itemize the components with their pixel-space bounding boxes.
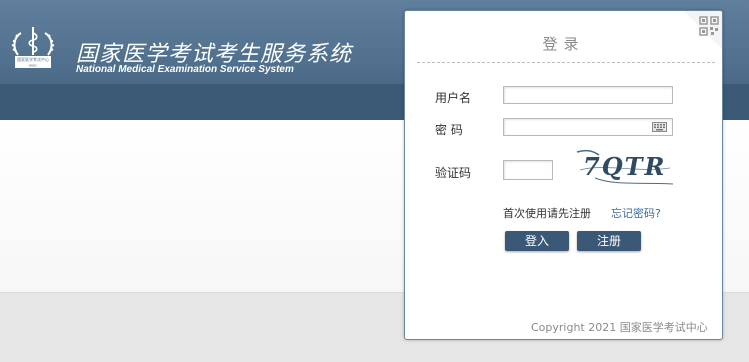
captcha-label: 验证码: [435, 166, 472, 180]
captcha-image[interactable]: 7QTR: [575, 148, 675, 186]
register-button[interactable]: 注册: [577, 231, 641, 251]
medical-emblem-icon: 国家医学考试中心 NMEC: [11, 27, 55, 68]
username-label: 用户名: [435, 91, 472, 105]
captcha-input[interactable]: [503, 160, 553, 180]
captcha-text: 7QTR: [583, 152, 666, 181]
password-label: 密 码: [435, 123, 463, 137]
svg-text:NMEC: NMEC: [29, 64, 38, 68]
login-title: 登录: [542, 35, 585, 53]
username-input[interactable]: [503, 86, 673, 104]
copyright-text: Copyright 2021 国家医学考试中心: [531, 321, 708, 334]
logo-text: 国家医学考试中心: [17, 56, 49, 62]
forgot-password-link[interactable]: 忘记密码?: [611, 205, 661, 221]
title-divider: [417, 62, 715, 63]
password-input[interactable]: [503, 118, 673, 136]
first-use-link[interactable]: 首次使用请先注册: [503, 205, 591, 221]
login-button[interactable]: 登入: [505, 231, 569, 251]
site-subtitle: National Medical Examination Service Sys…: [76, 64, 294, 75]
keyboard-icon[interactable]: [652, 122, 667, 132]
